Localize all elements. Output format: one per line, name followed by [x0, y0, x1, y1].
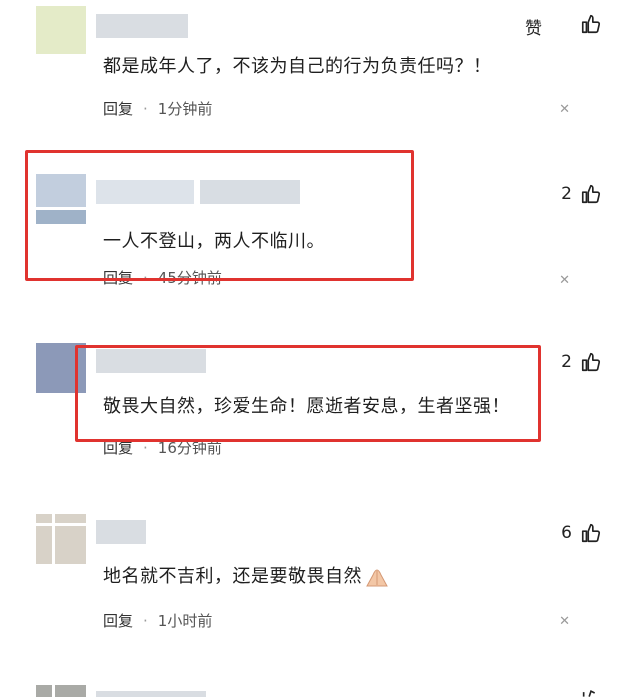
close-icon[interactable]: ✕ — [559, 102, 570, 117]
like-count: 2 — [561, 184, 572, 204]
comment-meta: 回复 · 1小时前 — [103, 610, 212, 631]
username-placeholder[interactable] — [96, 520, 146, 544]
avatar[interactable] — [36, 514, 86, 564]
username-placeholder[interactable] — [96, 14, 188, 38]
close-icon[interactable]: ✕ — [559, 614, 570, 629]
thumbs-up-icon[interactable] — [580, 13, 602, 35]
timestamp: 1分钟前 — [157, 100, 213, 118]
thumbs-up-icon[interactable] — [580, 689, 602, 697]
thumbs-up-icon[interactable] — [580, 183, 602, 205]
comment-item: 赞 都是成年人了，不该为自己的行为负责任吗？！ 回复 · 1分钟前 ✕ — [0, 0, 640, 140]
comment-text: 地名就不吉利，还是要敬畏自然 — [103, 562, 390, 588]
highlight-box — [75, 345, 541, 442]
timestamp: 1小时前 — [157, 612, 213, 630]
highlight-box — [25, 150, 414, 281]
comment-item — [0, 665, 640, 697]
reply-button[interactable]: 回复 — [103, 612, 133, 630]
thumbs-up-icon[interactable] — [580, 351, 602, 373]
like-label[interactable]: 赞 — [525, 14, 542, 39]
like-count: 6 — [561, 523, 572, 543]
separator-dot: · — [143, 100, 148, 118]
avatar[interactable] — [36, 6, 86, 54]
comment-item: 6 地名就不吉利，还是要敬畏自然 回复 · 1小时前 ✕ — [0, 490, 640, 665]
separator-dot: · — [143, 612, 148, 630]
like-count: 2 — [561, 352, 572, 372]
comment-item: 2 一人不登山，两人不临川。 回复 · 45分钟前 ✕ — [0, 140, 640, 315]
thumbs-up-icon[interactable] — [580, 522, 602, 544]
close-icon[interactable]: ✕ — [559, 273, 570, 288]
comment-meta: 回复 · 1分钟前 — [103, 98, 212, 119]
avatar[interactable] — [36, 685, 86, 697]
username-placeholder[interactable] — [96, 691, 206, 697]
comment-item: 2 敬畏大自然，珍爱生命！愿逝者安息，生者坚强！ 回复 · 16分钟前 — [0, 315, 640, 490]
comment-text: 都是成年人了，不该为自己的行为负责任吗？！ — [103, 56, 492, 77]
comment-text-body: 地名就不吉利，还是要敬畏自然 — [103, 566, 362, 587]
praying-hands-icon — [366, 569, 388, 587]
reply-button[interactable]: 回复 — [103, 100, 133, 118]
